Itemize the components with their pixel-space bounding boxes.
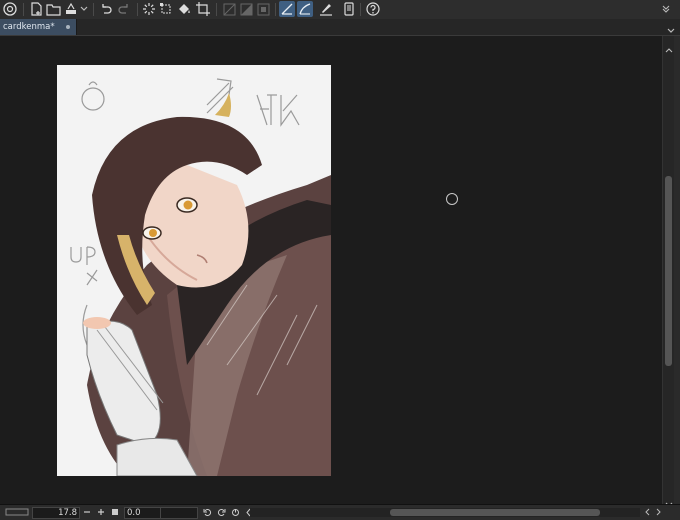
artwork-illustration xyxy=(57,65,331,476)
reset-rotation-icon[interactable] xyxy=(230,507,240,517)
pen-ruler-icon[interactable] xyxy=(318,1,334,17)
panel-edge xyxy=(674,36,680,504)
zoom-level-field[interactable]: 17.8 xyxy=(32,507,80,519)
document-tab-bar: cardkenma* xyxy=(0,19,680,36)
rotate-left-icon[interactable] xyxy=(202,507,212,517)
zoom-in-icon[interactable] xyxy=(96,507,106,517)
transform-icon[interactable] xyxy=(158,1,174,17)
redo-icon[interactable] xyxy=(116,1,132,17)
zoom-out-icon[interactable] xyxy=(82,507,92,517)
crop-icon[interactable] xyxy=(195,1,211,17)
scroll-up-icon[interactable] xyxy=(665,38,673,57)
open-folder-icon[interactable] xyxy=(45,1,61,17)
fill-bucket-icon[interactable] xyxy=(176,1,192,17)
canvas-workspace[interactable] xyxy=(0,36,662,504)
scroll-left-icon[interactable] xyxy=(642,507,652,517)
scroll-right-icon[interactable] xyxy=(654,507,664,517)
loading-spinner-icon xyxy=(141,1,157,17)
horizontal-scroll-thumb[interactable] xyxy=(390,509,600,516)
device-icon[interactable] xyxy=(341,1,357,17)
rotation-angle-field[interactable]: 0.0 xyxy=(124,507,162,519)
select-none-icon[interactable] xyxy=(221,1,237,17)
fit-canvas-icon[interactable] xyxy=(110,507,120,517)
drawing-canvas[interactable] xyxy=(57,65,331,476)
status-bar: 17.8 0.0 xyxy=(0,504,680,520)
app-logo-icon[interactable] xyxy=(2,1,18,17)
brush-cursor xyxy=(446,193,458,205)
panel-collapse-icon[interactable] xyxy=(660,1,672,17)
document-tab[interactable]: cardkenma* xyxy=(0,19,77,35)
selection-border-icon[interactable] xyxy=(255,1,271,17)
help-icon[interactable] xyxy=(365,1,381,17)
navigator-toggle-icon[interactable] xyxy=(4,507,30,517)
document-tab-title: cardkenma* xyxy=(3,22,55,32)
dropdown-chevron-icon[interactable] xyxy=(79,1,88,17)
rotate-right-icon[interactable] xyxy=(216,507,226,517)
ruler-snap-icon[interactable] xyxy=(279,1,295,17)
curve-snap-icon[interactable] xyxy=(297,1,313,17)
save-icon[interactable] xyxy=(63,1,79,17)
rotation-slider[interactable] xyxy=(160,507,198,519)
tab-close-dot-icon[interactable] xyxy=(66,25,70,29)
vertical-scroll-thumb[interactable] xyxy=(665,176,672,366)
undo-icon[interactable] xyxy=(98,1,114,17)
invert-selection-icon[interactable] xyxy=(238,1,254,17)
command-bar xyxy=(0,0,680,20)
new-file-icon[interactable] xyxy=(28,1,44,17)
